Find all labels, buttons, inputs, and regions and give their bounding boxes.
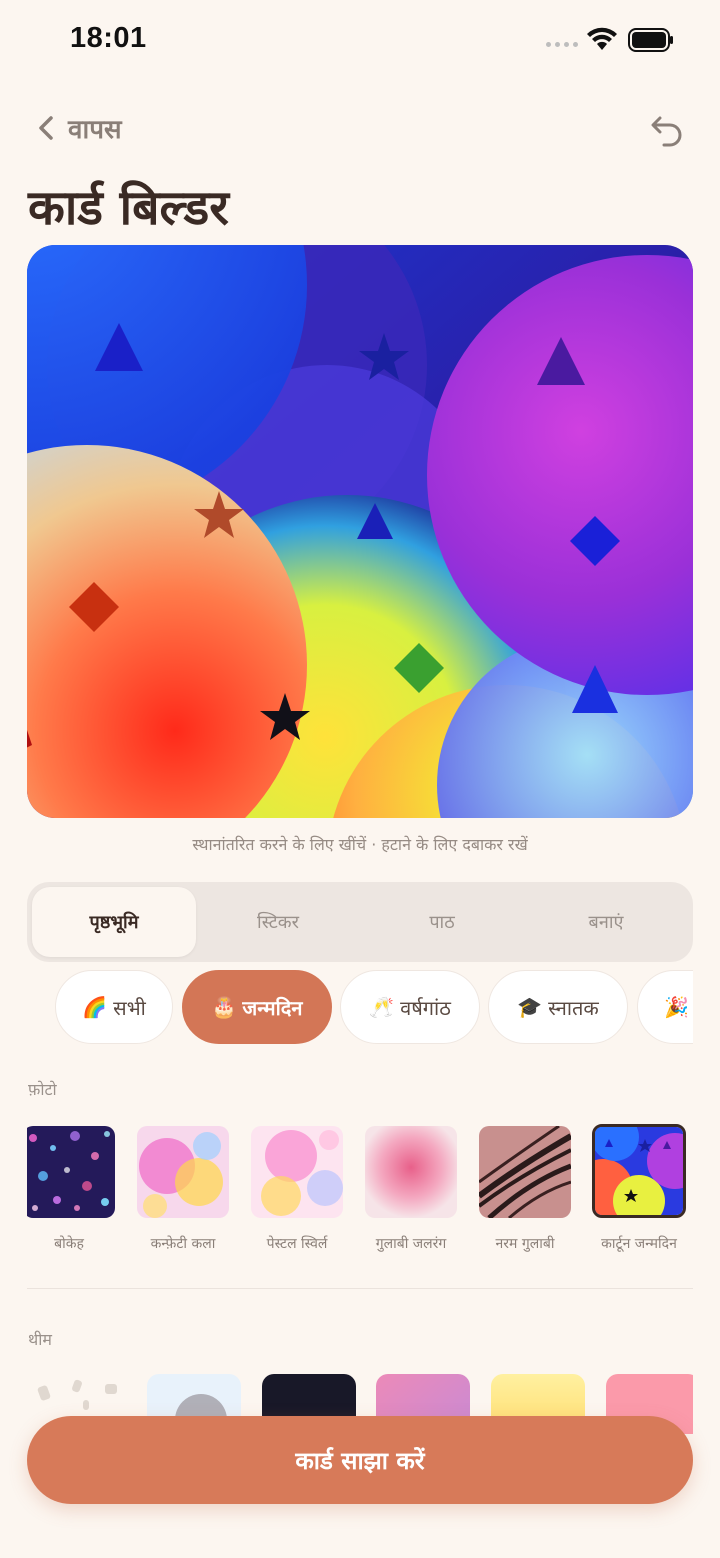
chip-all[interactable]: 🌈 सभी: [55, 970, 173, 1044]
bokeh-thumbnail: [27, 1126, 115, 1218]
confetti-art-thumbnail: [137, 1126, 229, 1218]
soft-pink-thumbnail: [479, 1126, 571, 1218]
photo-label: पेस्टल स्विर्ल: [266, 1236, 328, 1252]
status-bar: 18:01: [0, 0, 720, 80]
pastel-swirl-thumbnail: [251, 1126, 343, 1218]
back-label: वापस: [68, 115, 122, 145]
tab-text[interactable]: पाठ: [360, 887, 524, 957]
section-divider: [27, 1288, 693, 1289]
back-button[interactable]: वापस: [36, 110, 122, 146]
pink-watercolor-thumbnail: [365, 1126, 457, 1218]
tab-stickers[interactable]: स्टिकर: [196, 887, 360, 957]
chip-graduation[interactable]: 🎓 स्नातक: [488, 970, 628, 1044]
signal-icon: [546, 42, 578, 47]
photo-label: नरम गुलाबी: [495, 1236, 555, 1252]
cake-icon: 🎂: [211, 995, 237, 1019]
card-canvas[interactable]: [27, 245, 693, 818]
photo-label: कन्फ़ेटी कला: [150, 1236, 216, 1252]
photos-section-label: फ़ोटो: [28, 1080, 57, 1099]
photo-pink-watercolor[interactable]: गुलाबी जलरंग: [361, 1124, 461, 1253]
rainbow-icon: 🌈: [82, 995, 108, 1019]
chip-birthday[interactable]: 🎂 जन्मदिन: [182, 970, 332, 1044]
graduation-cap-icon: 🎓: [517, 995, 543, 1019]
battery-icon: [628, 28, 673, 52]
undo-icon[interactable]: [648, 112, 688, 150]
chip-label: जन्मदिन: [242, 995, 303, 1020]
photo-confetti-art[interactable]: कन्फ़ेटी कला: [133, 1124, 233, 1253]
photo-label: बोकेह: [54, 1236, 84, 1252]
chip-label: वर्षगांठ: [400, 995, 451, 1020]
photo-soft-pink[interactable]: नरम गुलाबी: [475, 1124, 575, 1253]
category-chips: 🌈 सभी 🎂 जन्मदिन 🥂 वर्षगांठ 🎓 स्नातक 🎉: [27, 968, 693, 1046]
wifi-icon: [587, 27, 617, 50]
chevron-left-icon: [39, 116, 53, 140]
tab-create[interactable]: बनाएं: [524, 887, 688, 957]
chip-label: सभी: [113, 995, 146, 1020]
photo-cartoon-birthday[interactable]: कार्टून जन्मदिन: [589, 1124, 689, 1253]
party-popper-icon: 🎉: [664, 995, 689, 1019]
canvas-hint: स्थानांतरित करने के लिए खींचें · हटाने क…: [192, 835, 528, 854]
editor-tabs: पृष्ठभूमि स्टिकर पाठ बनाएं: [27, 882, 693, 962]
cartoon-birthday-thumbnail: [592, 1124, 686, 1218]
chip-party[interactable]: 🎉: [637, 970, 693, 1044]
photo-bokeh[interactable]: बोकेह: [27, 1124, 119, 1253]
champagne-icon: 🥂: [369, 995, 395, 1019]
photo-backgrounds: बोकेह कन्फ़ेटी कला पेस्टल स्विर्ल गुलाबी…: [27, 1124, 693, 1264]
photo-label: गुलाबी जलरंग: [375, 1236, 447, 1252]
themes-section-label: थीम: [28, 1330, 52, 1349]
status-time: 18:01: [70, 22, 147, 54]
photo-pastel-swirl[interactable]: पेस्टल स्विर्ल: [247, 1124, 347, 1253]
photo-label: कार्टून जन्मदिन: [601, 1236, 677, 1252]
page-title: कार्ड बिल्डर: [28, 180, 229, 236]
tab-background[interactable]: पृष्ठभूमि: [32, 887, 196, 957]
chip-anniversary[interactable]: 🥂 वर्षगांठ: [340, 970, 480, 1044]
chip-label: स्नातक: [548, 995, 599, 1020]
share-card-button[interactable]: कार्ड साझा करें: [27, 1416, 693, 1504]
